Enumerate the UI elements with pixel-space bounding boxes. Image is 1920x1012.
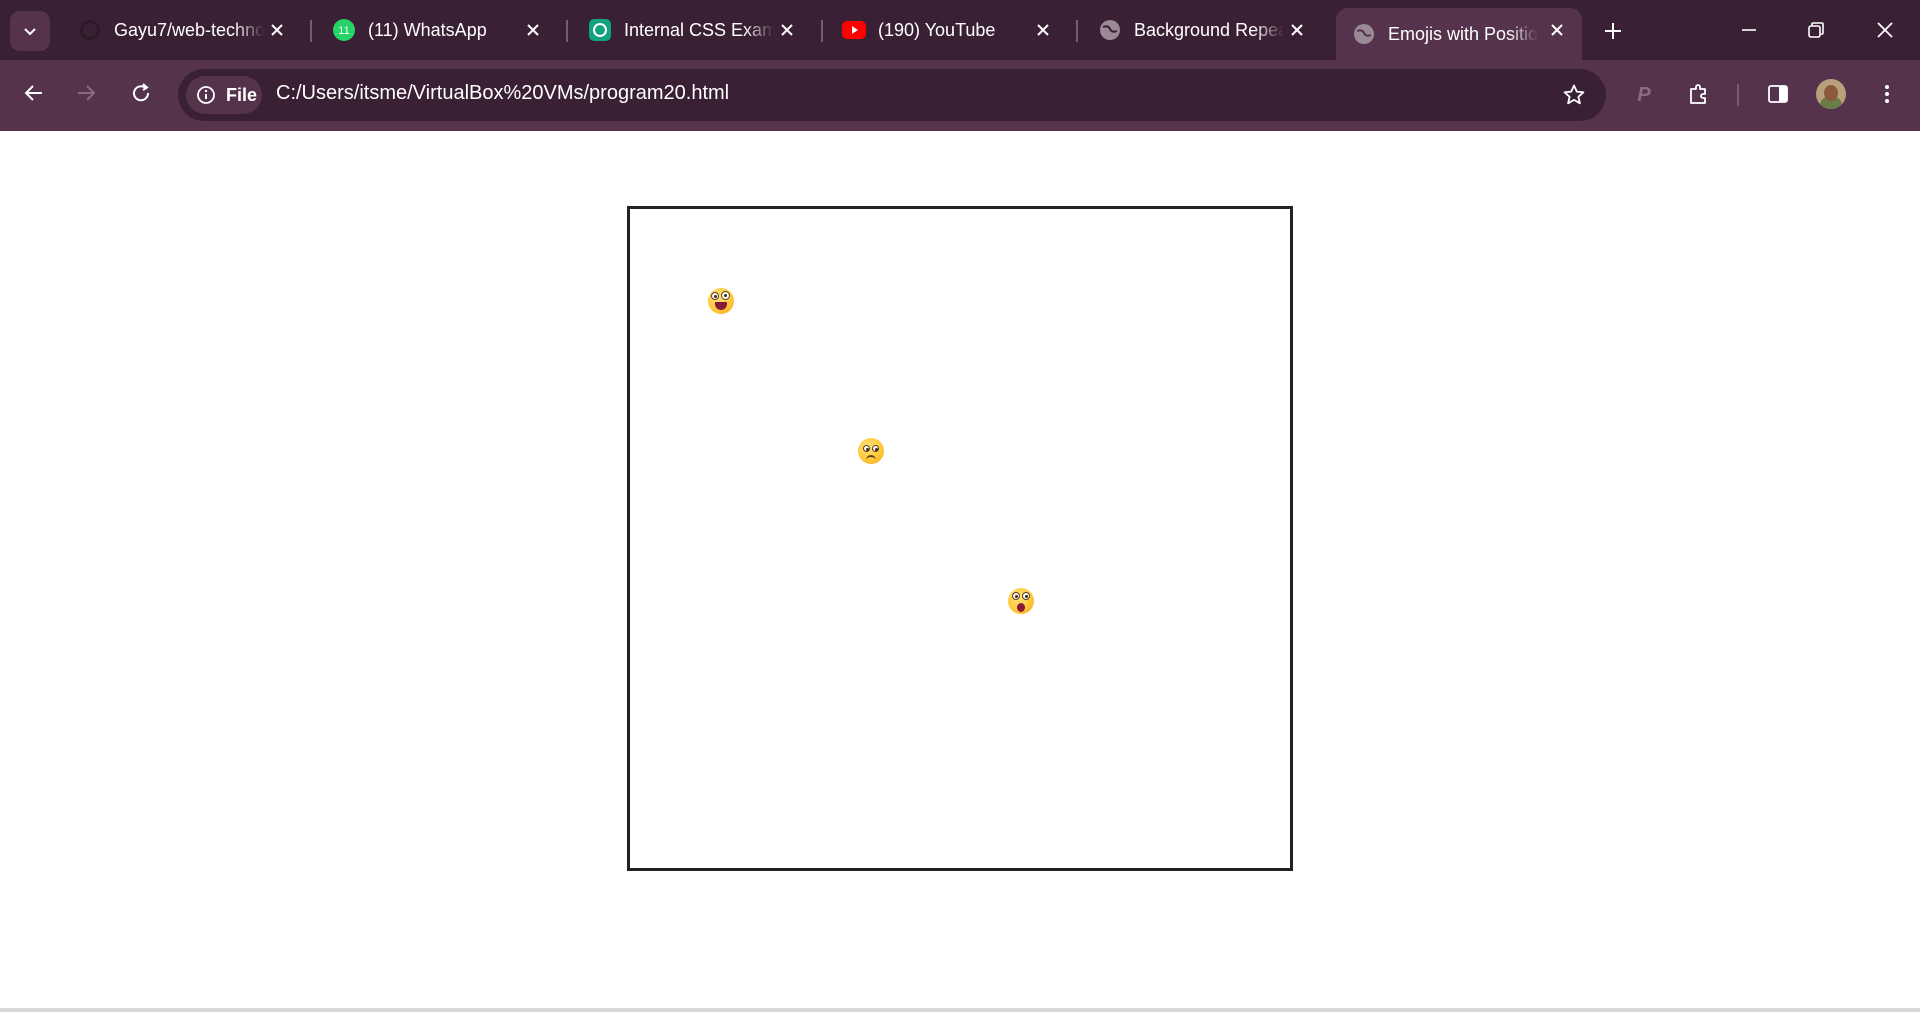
tab-title: Background Repeat [1134, 19, 1284, 40]
tab-whatsapp[interactable]: 11 (11) WhatsApp [316, 8, 558, 52]
tab-title: Internal CSS Example [624, 19, 774, 40]
tab-title: (190) YouTube [878, 19, 996, 40]
bottom-edge [0, 1008, 1920, 1012]
close-icon [1877, 22, 1893, 38]
page-content [0, 131, 1920, 1012]
extension-p-button[interactable]: P [1624, 74, 1664, 114]
tab-separator [821, 20, 823, 42]
zany-face-emoji [708, 288, 734, 314]
whatsapp-icon: 11 [332, 18, 356, 42]
chatgpt-icon [588, 18, 612, 42]
tab-emojis-with-position[interactable]: Emojis with Position [1336, 8, 1582, 60]
globe-icon [1352, 22, 1376, 46]
emoji-pupil [866, 448, 869, 451]
emoji-pupil [714, 295, 717, 298]
worried-face-emoji [858, 438, 884, 464]
emoji-eye [872, 445, 879, 452]
tab-background-repeat[interactable]: Background Repeat [1082, 8, 1322, 52]
astonished-face-emoji [1008, 588, 1034, 614]
tab-title: (11) WhatsApp [368, 19, 487, 40]
info-icon [196, 85, 216, 105]
address-bar[interactable]: File C:/Users/itsme/VirtualBox%20VMs/pro… [178, 69, 1606, 121]
tab-separator [1076, 20, 1078, 42]
tab-youtube[interactable]: (190) YouTube [826, 8, 1068, 52]
restore-icon [1808, 22, 1824, 38]
bookmark-button[interactable] [1560, 81, 1588, 109]
tab-internal-css[interactable]: Internal CSS Example [572, 8, 812, 52]
close-icon[interactable] [1546, 19, 1568, 41]
new-tab-button[interactable] [1596, 14, 1630, 48]
emoji-pupil [724, 294, 727, 297]
emoji-eye [863, 445, 870, 452]
more-vertical-icon [1885, 85, 1889, 103]
emoji-eye [711, 292, 719, 300]
forward-button[interactable] [66, 73, 106, 113]
site-chip-label: File [226, 85, 258, 105]
side-panel-icon [1768, 85, 1788, 103]
tab-separator [566, 20, 568, 42]
avatar-face [1824, 85, 1838, 101]
toolbar-separator [1737, 84, 1739, 106]
minimize-icon [1742, 29, 1756, 31]
plus-icon [1605, 23, 1621, 39]
puzzle-icon [1690, 84, 1706, 104]
emoji-pupil [875, 448, 878, 451]
close-icon[interactable] [1286, 19, 1308, 41]
tab-title: Gayu7/web-technologies [114, 19, 264, 40]
tab-strip: Gayu7/web-technologies 11 (11) WhatsApp … [0, 0, 1920, 60]
emoji-eye [1022, 592, 1030, 600]
close-window-button[interactable] [1862, 10, 1908, 50]
emoji-pupil [1015, 595, 1018, 598]
emoji-pupil [1025, 595, 1028, 598]
emoji-eye [721, 291, 730, 300]
chevron-down-icon [24, 28, 36, 36]
whatsapp-badge: 11 [338, 25, 349, 37]
tab-title: Emojis with Position [1388, 23, 1538, 44]
profile-avatar[interactable] [1816, 79, 1846, 109]
youtube-icon [842, 18, 866, 42]
extensions-button[interactable] [1679, 74, 1719, 114]
arrow-right-icon [78, 85, 96, 101]
extension-p-icon: P [1637, 84, 1651, 105]
arrow-left-icon [24, 85, 42, 101]
star-icon [1563, 84, 1585, 105]
browser-frame: Gayu7/web-technologies 11 (11) WhatsApp … [0, 0, 1920, 131]
close-icon[interactable] [522, 19, 544, 41]
bordered-container [627, 206, 1293, 871]
github-icon [78, 18, 102, 42]
emoji-mouth [866, 455, 876, 460]
close-icon[interactable] [1032, 19, 1054, 41]
back-button[interactable] [14, 73, 54, 113]
restore-button[interactable] [1793, 10, 1839, 50]
extension-letter: P [1637, 84, 1651, 105]
close-icon[interactable] [776, 19, 798, 41]
tab-search-button[interactable] [10, 11, 50, 51]
menu-button[interactable] [1867, 74, 1907, 114]
emoji-mouth [1017, 603, 1025, 612]
emoji-eye [1012, 592, 1020, 600]
minimize-button[interactable] [1726, 10, 1772, 50]
globe-icon [1098, 18, 1122, 42]
emoji-mouth [715, 302, 727, 310]
browser-toolbar: File C:/Users/itsme/VirtualBox%20VMs/pro… [0, 60, 1920, 131]
tab-separator [310, 20, 312, 42]
close-icon[interactable] [266, 19, 288, 41]
site-info-chip[interactable]: File [186, 76, 262, 114]
url-text[interactable]: C:/Users/itsme/VirtualBox%20VMs/program2… [276, 82, 729, 105]
tab-github[interactable]: Gayu7/web-technologies [62, 8, 302, 52]
reload-icon [133, 83, 150, 102]
side-panel-button[interactable] [1758, 74, 1798, 114]
reload-button[interactable] [121, 73, 161, 113]
